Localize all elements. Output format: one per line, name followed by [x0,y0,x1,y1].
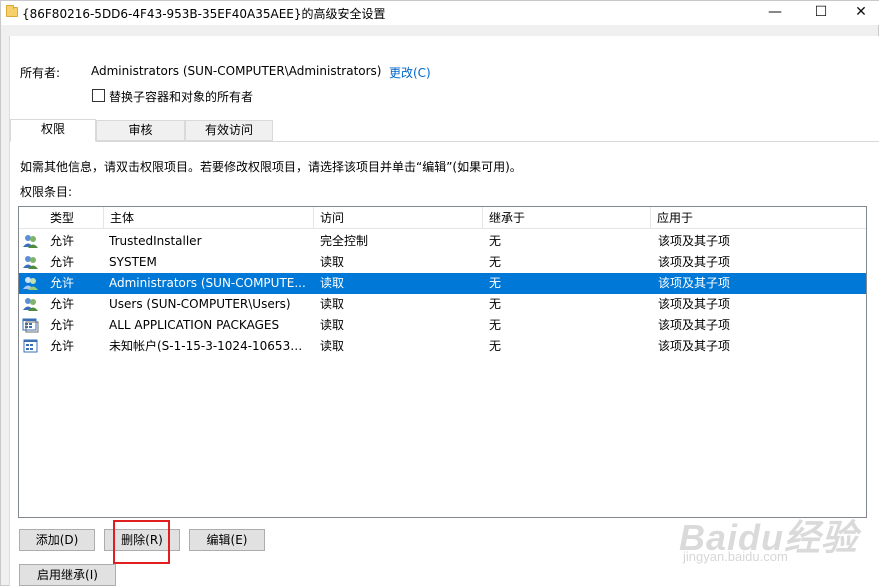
row-principal: TrustedInstaller [109,234,202,248]
tab-auditing[interactable]: 审核 [96,120,185,141]
row-inherited-from: 无 [489,297,502,311]
row-access: 读取 [320,276,345,290]
row-applies-to: 该项及其子项 [658,255,731,269]
column-header-type[interactable]: 类型 [44,207,104,229]
row-access: 读取 [320,339,345,353]
row-principal: ALL APPLICATION PACKAGES [109,318,280,332]
row-principal: Users (SUN-COMPUTER\Users) [109,297,291,311]
owner-value: Administrators (SUN-COMPUTER\Administrat… [91,64,382,78]
row-principal: 未知帐户(S-1-15-3-1024-1065365... [109,339,309,353]
users-icon [23,235,38,248]
info-text: 如需其他信息，请双击权限项目。若要修改权限项目，请选择该项目并单击“编辑”(如果… [20,160,522,174]
row-type: 允许 [50,255,75,269]
column-header-applies-to[interactable]: 应用于 [651,207,866,229]
row-inherited-from: 无 [489,255,502,269]
users-icon [23,256,38,269]
permission-entries-label: 权限条目: [20,185,73,199]
title-bar[interactable]: {86F80216-5DD6-4F43-953B-35EF40A35AEE}的高… [1,1,879,25]
replace-owner-label[interactable]: 替换子容器和对象的所有者 [109,88,253,105]
row-access: 读取 [320,255,345,269]
row-applies-to: 该项及其子项 [658,318,731,332]
row-type: 允许 [50,234,75,248]
table-row[interactable]: 允许 ALL APPLICATION PACKAGES 读取 无 该项及其子项 [19,315,866,336]
row-inherited-from: 无 [489,234,502,248]
change-owner-link[interactable]: 更改(C) [389,64,431,81]
app-packages-icon [22,318,39,333]
row-access: 完全控制 [320,234,369,248]
folder-icon [6,5,18,17]
column-header-inherited-from[interactable]: 继承于 [483,207,651,229]
users-icon [23,277,38,290]
row-type: 允许 [50,297,75,311]
row-inherited-from: 无 [489,318,502,332]
enable-inheritance-button[interactable]: 启用继承(I) [19,564,116,586]
row-principal: Administrators (SUN-COMPUTE... [109,276,306,290]
table-row[interactable]: 允许 Users (SUN-COMPUTER\Users) 读取 无 该项及其子… [19,294,866,315]
row-principal: SYSTEM [109,255,157,269]
column-header-access[interactable]: 访问 [314,207,483,229]
row-applies-to: 该项及其子项 [658,276,731,290]
row-applies-to: 该项及其子项 [658,234,731,248]
minimize-button[interactable]: — [752,1,798,25]
replace-owner-checkbox[interactable] [92,89,105,102]
edit-button[interactable]: 编辑(E) [189,529,265,551]
table-row[interactable]: 允许 TrustedInstaller 完全控制 无 该项及其子项 [19,231,866,252]
app-package-icon [23,339,38,353]
row-inherited-from: 无 [489,276,502,290]
close-button[interactable]: ✕ [838,1,879,25]
tab-permissions[interactable]: 权限 [10,119,96,142]
row-inherited-from: 无 [489,339,502,353]
row-access: 读取 [320,318,345,332]
row-type: 允许 [50,339,75,353]
remove-button[interactable]: 删除(R) [104,529,180,551]
row-access: 读取 [320,297,345,311]
table-row[interactable]: 允许 未知帐户(S-1-15-3-1024-1065365... 读取 无 该项… [19,336,866,357]
advanced-security-settings-window: {86F80216-5DD6-4F43-953B-35EF40A35AEE}的高… [0,0,879,586]
users-icon [23,298,38,311]
table-row-selected[interactable]: 允许 Administrators (SUN-COMPUTE... 读取 无 该… [19,273,866,294]
table-row[interactable]: 允许 SYSTEM 读取 无 该项及其子项 [19,252,866,273]
add-button[interactable]: 添加(D) [19,529,95,551]
tab-panel-border [10,141,879,142]
row-type: 允许 [50,318,75,332]
tab-effective-access[interactable]: 有效访问 [185,120,273,141]
row-applies-to: 该项及其子项 [658,297,731,311]
column-header-principal[interactable]: 主体 [104,207,314,229]
owner-label: 所有者: [20,66,61,80]
permission-entries-list[interactable]: 类型 主体 访问 继承于 应用于 允许 TrustedInstaller 完全控… [18,206,867,518]
list-header: 类型 主体 访问 继承于 应用于 [19,207,866,229]
row-applies-to: 该项及其子项 [658,339,731,353]
window-title: {86F80216-5DD6-4F43-953B-35EF40A35AEE}的高… [22,7,386,21]
row-type: 允许 [50,276,75,290]
